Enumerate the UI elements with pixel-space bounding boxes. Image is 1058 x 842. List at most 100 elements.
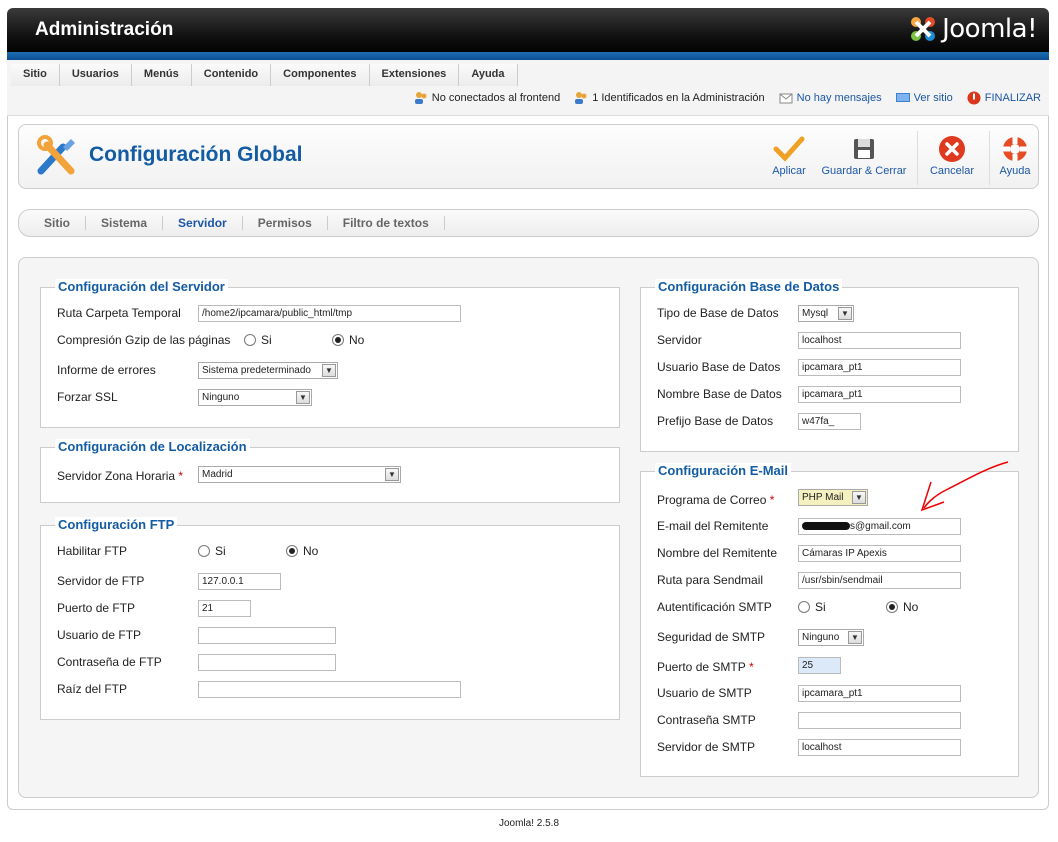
tmp-path-input[interactable]: /home2/ipcamara/public_html/tmp [198, 305, 461, 322]
mail-fieldset: Configuración E-Mail Programa de Correo … [640, 461, 1019, 777]
errors-select[interactable]: Sistema predeterminado ▼ [198, 362, 338, 379]
sendmail-input[interactable]: /usr/sbin/sendmail [798, 572, 961, 589]
apply-button[interactable]: Aplicar [766, 135, 812, 177]
mail-from-input[interactable]: s@gmail.com [798, 518, 961, 535]
smtp-pass-input[interactable] [798, 712, 961, 729]
toolbar-separator [989, 131, 990, 185]
ftp-host-input[interactable]: 127.0.0.1 [198, 573, 281, 590]
tmp-path-label: Ruta Carpeta Temporal [57, 306, 181, 320]
db-type-select[interactable]: Mysql ▼ [798, 305, 854, 322]
menu-extensiones[interactable]: Extensiones [369, 64, 460, 86]
tab-sitio[interactable]: Sitio [29, 216, 86, 230]
smtp-host-input[interactable]: localhost [798, 739, 961, 756]
smtp-user-label: Usuario de SMTP [657, 686, 752, 700]
save-close-button[interactable]: Guardar & Cerrar [819, 135, 909, 177]
tab-servidor[interactable]: Servidor [163, 216, 243, 230]
gzip-yes-radio[interactable]: Si [244, 333, 272, 347]
ftp-root-label: Raíz del FTP [57, 682, 128, 696]
smtp-secure-label: Seguridad de SMTP [657, 630, 766, 644]
mail-fromname-label: Nombre del Remitente [657, 546, 778, 560]
status-view-site[interactable]: Ver sitio [895, 92, 953, 104]
chevron-down-icon: ▼ [838, 307, 852, 320]
chevron-down-icon: ▼ [852, 491, 866, 504]
timezone-select[interactable]: Madrid ▼ [198, 466, 401, 483]
cancel-button[interactable]: Cancelar [925, 135, 979, 177]
ftp-port-label: Puerto de FTP [57, 601, 136, 615]
db-user-label: Usuario Base de Datos [657, 360, 781, 374]
smtp-host-label: Servidor de SMTP [657, 740, 756, 754]
ssl-label: Forzar SSL [57, 390, 118, 404]
chevron-down-icon: ▼ [322, 364, 336, 377]
floppy-disk-icon [854, 139, 874, 159]
admin-title: Administración [35, 19, 174, 40]
menu-ayuda[interactable]: Ayuda [459, 64, 518, 86]
tab-sistema[interactable]: Sistema [86, 216, 164, 230]
smtp-auth-no-radio[interactable]: No [886, 600, 918, 614]
menu-contenido[interactable]: Contenido [191, 64, 272, 86]
db-host-label: Servidor [657, 333, 702, 347]
smtp-secure-select[interactable]: Ninguno ▼ [798, 629, 864, 646]
mail-fromname-input[interactable]: Cámaras IP Apexis [798, 545, 961, 562]
toolbar-separator [917, 131, 918, 185]
smtp-port-input[interactable]: 25 [798, 657, 841, 674]
main-menu: Sitio Usuarios Menús Contenido Component… [11, 64, 518, 86]
mailer-select[interactable]: PHP Mail ▼ [798, 489, 868, 506]
ftp-user-label: Usuario de FTP [57, 628, 142, 642]
db-name-label: Nombre Base de Datos [657, 387, 782, 401]
smtp-pass-label: Contraseña SMTP [657, 713, 756, 727]
status-messages[interactable]: No hay mensajes [779, 92, 882, 104]
redaction-scribble [802, 522, 850, 531]
annotation-arrow [920, 461, 1009, 512]
tab-permisos[interactable]: Permisos [243, 216, 328, 230]
db-name-input[interactable]: ipcamara_pt1 [798, 386, 961, 403]
db-host-input[interactable]: localhost [798, 332, 961, 349]
lifebuoy-icon [1003, 137, 1027, 161]
header-accent-bar [7, 52, 1049, 60]
menu-usuarios[interactable]: Usuarios [59, 64, 132, 86]
checkmark-icon [773, 136, 805, 162]
admin-header: Administración Joomla! [7, 8, 1049, 55]
menu-componentes[interactable]: Componentes [271, 64, 370, 86]
status-logout[interactable]: FINALIZAR [967, 91, 1041, 105]
ftp-pass-input[interactable] [198, 654, 336, 671]
page-toolbar: Configuración Global Aplicar Guardar & C… [18, 124, 1039, 189]
locale-legend: Configuración de Localización [55, 439, 250, 454]
ftp-root-input[interactable] [198, 681, 461, 698]
tools-icon [33, 133, 79, 182]
gzip-label: Compresión Gzip de las páginas [57, 333, 231, 347]
ssl-select[interactable]: Ninguno ▼ [198, 389, 312, 406]
cancel-icon [939, 136, 965, 162]
db-fieldset: Configuración Base de Datos Tipo de Base… [640, 279, 1019, 452]
smtp-auth-yes-radio[interactable]: Si [798, 600, 826, 614]
smtp-port-label: Puerto de SMTP [657, 660, 746, 674]
gzip-no-radio[interactable]: No [332, 333, 364, 347]
menu-sitio[interactable]: Sitio [11, 64, 60, 86]
page-title: Configuración Global [89, 143, 303, 166]
ftp-host-label: Servidor de FTP [57, 574, 145, 588]
monitor-icon [895, 93, 910, 102]
server-fieldset: Configuración del Servidor Ruta Carpeta … [40, 279, 620, 428]
ftp-no-radio[interactable]: No [286, 544, 318, 558]
ftp-yes-radio[interactable]: Si [198, 544, 226, 558]
errors-label: Informe de errores [57, 363, 156, 377]
tab-filtro-textos[interactable]: Filtro de textos [328, 216, 445, 230]
help-button[interactable]: Ayuda [995, 135, 1035, 177]
config-tabs: Sitio Sistema Servidor Permisos Filtro d… [18, 209, 1039, 237]
menubar: Sitio Usuarios Menús Contenido Component… [7, 60, 1049, 116]
ftp-fieldset: Configuración FTP Habilitar FTP Si No Se… [40, 517, 620, 720]
timezone-label: Servidor Zona Horaria [57, 469, 176, 483]
ftp-legend: Configuración FTP [55, 517, 178, 532]
ftp-port-input[interactable]: 21 [198, 600, 251, 617]
ftp-pass-label: Contraseña de FTP [57, 655, 162, 669]
locale-fieldset: Configuración de Localización Servidor Z… [40, 439, 620, 503]
sendmail-label: Ruta para Sendmail [657, 573, 764, 587]
status-frontend: No conectados al frontend [414, 91, 560, 105]
menu-menus[interactable]: Menús [131, 64, 192, 86]
mailer-label: Programa de Correo [657, 493, 767, 507]
db-type-label: Tipo de Base de Datos [657, 306, 779, 320]
ftp-enable-label: Habilitar FTP [57, 544, 128, 558]
smtp-user-input[interactable]: ipcamara_pt1 [798, 685, 961, 702]
ftp-user-input[interactable] [198, 627, 336, 644]
db-prefix-input[interactable]: w47fa_ [798, 413, 861, 430]
db-user-input[interactable]: ipcamara_pt1 [798, 359, 961, 376]
